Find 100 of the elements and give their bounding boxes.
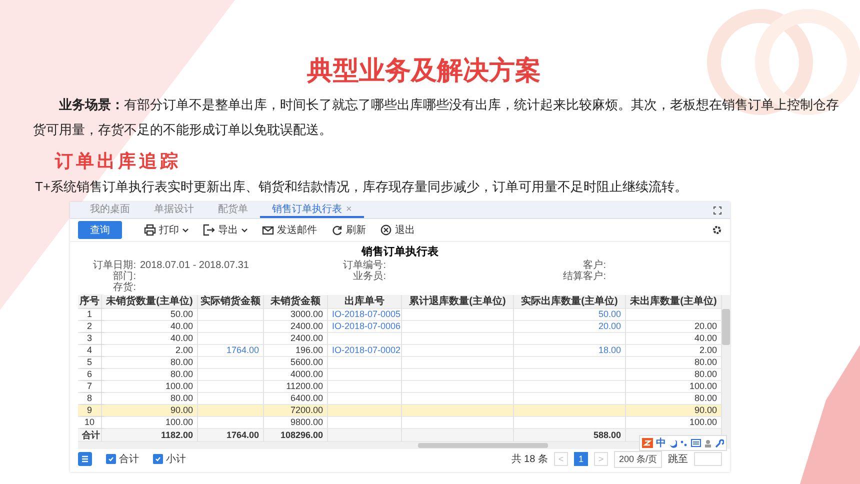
table-cell: 9800.00 bbox=[264, 417, 328, 429]
columns-icon bbox=[81, 455, 89, 463]
column-header: 未销货金额 bbox=[264, 295, 328, 309]
horizontal-scrollbar-thumb[interactable] bbox=[418, 443, 548, 448]
table-cell bbox=[198, 417, 264, 429]
total-cell: 588.00 bbox=[514, 429, 626, 442]
table-cell: 80.00 bbox=[102, 357, 198, 369]
table-cell: 4 bbox=[78, 345, 102, 357]
tab[interactable]: 配货单 bbox=[206, 202, 260, 218]
query-button[interactable]: 查询 bbox=[78, 221, 122, 239]
filter-value: 2018.07.01 - 2018.07.31 bbox=[140, 260, 250, 271]
table-cell: 40.00 bbox=[102, 333, 198, 345]
table-cell bbox=[198, 369, 264, 381]
check-icon bbox=[108, 456, 114, 462]
checkbox-label: 小计 bbox=[166, 452, 186, 466]
column-header: 未出库数量(主单位) bbox=[626, 295, 722, 309]
table-cell: 10 bbox=[78, 417, 102, 429]
column-header: 实际出库数量(主单位) bbox=[514, 295, 626, 309]
table-cell: 100.00 bbox=[102, 381, 198, 393]
table-cell: 2.00 bbox=[102, 345, 198, 357]
tab[interactable]: 销售订单执行表 × bbox=[260, 202, 364, 218]
order-link[interactable]: IO-2018-07-0005 bbox=[328, 309, 402, 321]
tab[interactable]: 我的桌面 bbox=[78, 202, 142, 218]
scenario-paragraph: 业务场景：有部分订单不是整单出库，时间长了就忘了哪些出库哪些没有出库，统计起来比较麻烦。其次，老板想在销售订单上控制仓存货可用量，存货不足的不能形成订单以免耽误配送。 bbox=[33, 96, 840, 139]
tab[interactable]: 单据设计 bbox=[142, 202, 206, 218]
print-button[interactable]: 打印 bbox=[142, 223, 191, 237]
filter-label: 订单日期: bbox=[92, 260, 137, 271]
table-cell: 90.00 bbox=[102, 405, 198, 417]
refresh-button[interactable]: 刷新 bbox=[329, 223, 368, 237]
order-link[interactable]: IO-2018-07-0006 bbox=[328, 321, 402, 333]
column-header: 实际销货金额 bbox=[198, 295, 264, 309]
table-cell: 2400.00 bbox=[264, 321, 328, 333]
ime-logo-icon bbox=[642, 438, 653, 448]
checkbox-label: 合计 bbox=[119, 452, 139, 466]
mail-button[interactable]: 发送邮件 bbox=[260, 223, 319, 237]
mail-icon bbox=[262, 226, 274, 235]
checkbox[interactable] bbox=[153, 454, 163, 464]
check-icon bbox=[155, 456, 161, 462]
column-settings-button[interactable] bbox=[78, 452, 92, 466]
table-cell: 20.00 bbox=[626, 321, 722, 333]
table-cell bbox=[198, 309, 264, 321]
table-cell: 100.00 bbox=[626, 417, 722, 429]
table-cell bbox=[198, 405, 264, 417]
printer-icon bbox=[144, 224, 156, 236]
table-cell: 6400.00 bbox=[264, 393, 328, 405]
vertical-scrollbar[interactable] bbox=[722, 295, 730, 442]
checkbox[interactable] bbox=[106, 454, 116, 464]
table-cell bbox=[198, 333, 264, 345]
table-cell: 5 bbox=[78, 357, 102, 369]
table-cell: 4000.00 bbox=[264, 369, 328, 381]
column-header: 累计退库数量(主单位) bbox=[402, 295, 514, 309]
table-cell: 2400.00 bbox=[264, 333, 328, 345]
table-cell: 2 bbox=[78, 321, 102, 333]
caret-icon bbox=[241, 228, 248, 232]
column-header: 未销货数量(主单位) bbox=[102, 295, 198, 309]
page-input[interactable] bbox=[694, 452, 722, 466]
section-heading: 订单出库追踪 bbox=[55, 150, 181, 173]
table-cell: 20.00 bbox=[514, 321, 626, 333]
table-cell: 9 bbox=[78, 405, 102, 417]
export-button[interactable]: 导出 bbox=[201, 223, 250, 237]
wrench-icon bbox=[715, 438, 724, 448]
table-cell bbox=[198, 357, 264, 369]
table-cell: 1764.00 bbox=[198, 345, 264, 357]
total-cell: 1764.00 bbox=[198, 429, 264, 442]
table-cell: 3000.00 bbox=[264, 309, 328, 321]
table-cell: 90.00 bbox=[626, 405, 722, 417]
table-cell bbox=[198, 393, 264, 405]
table-cell: 40.00 bbox=[102, 321, 198, 333]
table-cell: 2.00 bbox=[626, 345, 722, 357]
table-cell: 100.00 bbox=[102, 417, 198, 429]
filter-label: 存货: bbox=[112, 282, 137, 293]
table-cell: 80.00 bbox=[626, 369, 722, 381]
report-title: 销售订单执行表 bbox=[360, 244, 440, 260]
column-header: 出库单号 bbox=[328, 295, 402, 309]
table-cell: 6 bbox=[78, 369, 102, 381]
person-icon bbox=[704, 438, 712, 448]
close-icon[interactable]: × bbox=[346, 204, 352, 214]
scrollbar-thumb[interactable] bbox=[722, 309, 730, 345]
table-cell: 3 bbox=[78, 333, 102, 345]
exit-button[interactable]: 退出 bbox=[378, 223, 417, 237]
table-cell: 100.00 bbox=[626, 381, 722, 393]
table-cell: 18.00 bbox=[514, 345, 626, 357]
input-mode-label[interactable]: 中 bbox=[656, 436, 666, 450]
settings-icon bbox=[712, 225, 722, 235]
record-count: 共 18 条 bbox=[511, 452, 548, 466]
page-size-dropdown[interactable]: 200 条/页 bbox=[614, 450, 662, 468]
table-cell: 80.00 bbox=[626, 357, 722, 369]
moon-icon bbox=[669, 438, 677, 448]
dots-icon bbox=[680, 438, 688, 448]
filter-label: 业务员: bbox=[352, 271, 387, 282]
caret-icon bbox=[182, 228, 189, 232]
refresh-icon bbox=[332, 226, 342, 236]
order-link[interactable]: IO-2018-07-0002 bbox=[328, 345, 402, 357]
table-cell: 7200.00 bbox=[264, 405, 328, 417]
jump-label: 跳至 bbox=[668, 452, 688, 466]
slide-title: 典型业务及解决方案 bbox=[307, 54, 541, 87]
filter-label: 客户: bbox=[582, 260, 607, 271]
exit-icon bbox=[380, 224, 392, 236]
page-button[interactable]: 1 bbox=[574, 452, 588, 466]
table-cell: 40.00 bbox=[626, 333, 722, 345]
